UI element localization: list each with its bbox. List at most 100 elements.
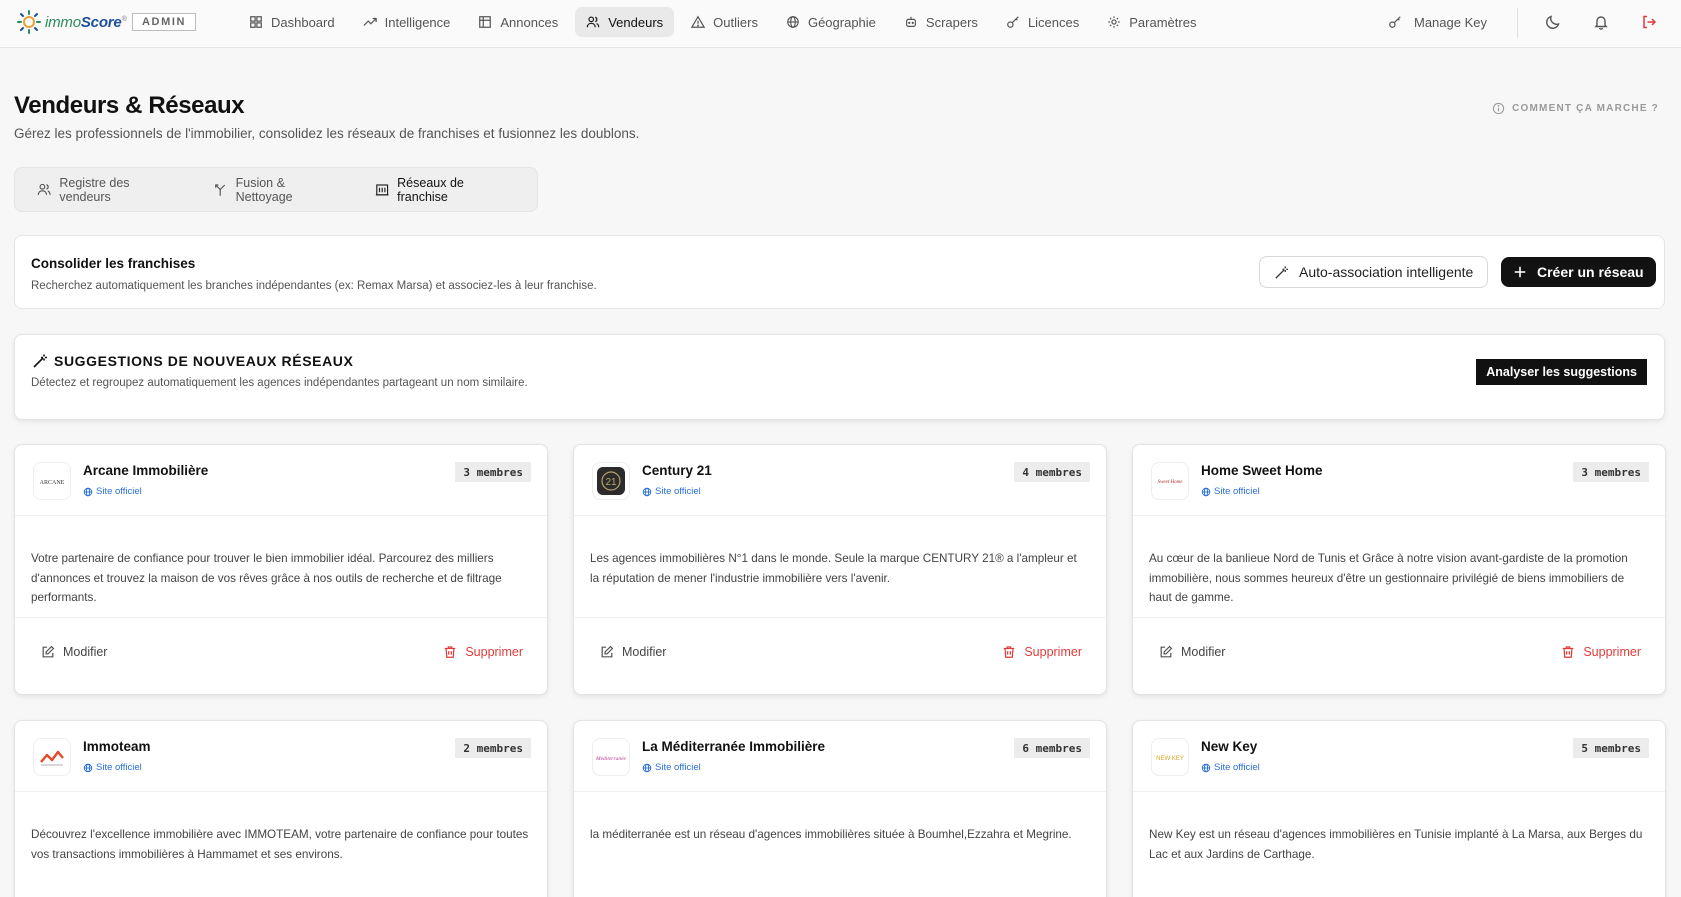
consolidate-panel: Consolider les franchises Recherchez aut…	[14, 235, 1665, 309]
help-link[interactable]: COMMENT ÇA MARCHE ?	[1492, 102, 1659, 115]
nav-dashboard[interactable]: Dashboard	[238, 7, 346, 37]
globe-icon	[642, 763, 652, 772]
members-badge: 4 membres	[1014, 462, 1090, 482]
globe-icon	[642, 487, 652, 496]
network-card: Immoteam Site officiel 2 membres Découvr…	[14, 720, 548, 897]
plus-icon	[1514, 266, 1526, 278]
vendor-tabs: Registre des vendeurs Fusion & Nettoyage…	[14, 167, 538, 212]
robot-icon	[905, 16, 916, 27]
network-description: Votre partenaire de confiance pour trouv…	[31, 552, 502, 604]
official-site-link[interactable]: Site officiel	[1201, 486, 1260, 497]
suggestions-panel: SUGGESTIONS DE NOUVEAUX RÉSEAUX Détectez…	[14, 334, 1665, 420]
members-badge: 6 membres	[1014, 738, 1090, 758]
svg-text:Méditerranée: Méditerranée	[595, 756, 626, 762]
nav-label: Scrapers	[925, 14, 978, 30]
nav-label: Géographie	[807, 14, 876, 30]
edit-button[interactable]: Modifier	[1159, 645, 1225, 659]
create-network-label: Créer un réseau	[1537, 264, 1644, 280]
card-divider	[574, 515, 1106, 516]
official-site-link[interactable]: Site officiel	[83, 486, 142, 497]
tab-label: Fusion & Nettoyage	[235, 175, 293, 204]
svg-text:21: 21	[605, 477, 617, 488]
delete-button[interactable]: Supprimer	[1561, 645, 1641, 659]
edit-button[interactable]: Modifier	[41, 645, 107, 659]
nav-label: Outliers	[713, 14, 758, 30]
site-label: Site officiel	[96, 486, 142, 497]
nav-outliers[interactable]: Outliers	[680, 7, 769, 37]
tab-fusion-nettoyage[interactable]: Fusion & Nettoyage	[197, 173, 357, 206]
logout-button[interactable]	[1639, 12, 1659, 32]
trash-icon	[1563, 646, 1574, 658]
manage-key-label: Manage Key	[1414, 14, 1487, 30]
manage-key-button[interactable]: Manage Key	[1388, 9, 1487, 35]
delete-button[interactable]: Supprimer	[1002, 645, 1082, 659]
network-card: Méditerranée La Méditerranée Immobilière…	[573, 720, 1107, 897]
svg-text:Sweet Home: Sweet Home	[1158, 480, 1184, 485]
nav-geographie[interactable]: Géographie	[775, 7, 887, 37]
suggestions-title: SUGGESTIONS DE NOUVEAUX RÉSEAUX	[32, 353, 353, 369]
delete-label: Supprimer	[1024, 645, 1082, 659]
key-icon	[1007, 16, 1019, 28]
tab-reseaux-franchise[interactable]: Réseaux de franchise	[359, 173, 529, 206]
suggestions-text: Détectez et regroupez automatiquement le…	[31, 377, 528, 389]
nav-label: Licences	[1027, 14, 1080, 30]
globe-icon	[1201, 487, 1211, 496]
table-icon	[479, 16, 492, 28]
network-description: New Key est un réseau d'agences immobili…	[1149, 828, 1643, 861]
theme-toggle-button[interactable]	[1543, 12, 1563, 32]
card-divider	[15, 791, 547, 792]
members-badge: 3 membres	[455, 462, 531, 482]
globe-icon	[1201, 763, 1211, 772]
app-logo[interactable]: immoScore®	[16, 9, 127, 35]
tab-registre-vendeurs[interactable]: Registre des vendeurs	[21, 173, 195, 206]
edit-icon	[601, 645, 614, 658]
network-name: Arcane Immobilière	[83, 463, 209, 478]
members-badge: 2 membres	[455, 738, 531, 758]
nav-parametres[interactable]: Paramètres	[1096, 7, 1207, 37]
suggestions-title-text: SUGGESTIONS DE NOUVEAUX RÉSEAUX	[54, 353, 354, 369]
auto-association-label: Auto-association intelligente	[1299, 264, 1474, 280]
topbar-divider	[1517, 8, 1518, 38]
create-network-button[interactable]: Créer un réseau	[1501, 257, 1656, 287]
nav-label: Paramètres	[1129, 14, 1197, 30]
official-site-link[interactable]: Site officiel	[1201, 762, 1260, 773]
network-logo: ARCANE	[33, 462, 71, 500]
nav-licences[interactable]: Licences	[995, 7, 1090, 37]
card-divider	[1133, 617, 1665, 618]
delete-button[interactable]: Supprimer	[443, 645, 523, 659]
auto-association-button[interactable]: Auto-association intelligente	[1259, 256, 1489, 288]
members-badge: 5 membres	[1573, 738, 1649, 758]
trash-icon	[445, 646, 456, 658]
page-title: Vendeurs & Réseaux	[14, 92, 245, 119]
edit-label: Modifier	[622, 645, 667, 659]
tab-label: Registre des vendeurs	[59, 175, 130, 204]
site-label: Site officiel	[96, 762, 142, 773]
card-divider	[15, 515, 547, 516]
edit-icon	[42, 645, 55, 658]
network-name: Immoteam	[83, 739, 151, 754]
dashboard-icon	[250, 16, 262, 28]
nav-vendeurs[interactable]: Vendeurs	[575, 7, 675, 37]
edit-button[interactable]: Modifier	[600, 645, 666, 659]
members-badge: 3 membres	[1573, 462, 1649, 482]
nav-annonces[interactable]: Annonces	[467, 7, 569, 37]
official-site-link[interactable]: Site officiel	[642, 486, 701, 497]
svg-text:ARCANE: ARCANE	[40, 480, 65, 486]
network-logo: 21	[592, 462, 630, 500]
edit-label: Modifier	[63, 645, 108, 659]
consolidate-text: Recherchez automatiquement les branches …	[31, 280, 597, 292]
official-site-link[interactable]: Site officiel	[642, 762, 701, 773]
official-site-link[interactable]: Site officiel	[83, 762, 142, 773]
card-divider	[1133, 791, 1665, 792]
delete-label: Supprimer	[1583, 645, 1641, 659]
nav-scrapers[interactable]: Scrapers	[893, 7, 989, 37]
network-description: Au cœur de la banlieue Nord de Tunis et …	[1149, 552, 1628, 604]
globe-icon	[83, 763, 93, 772]
nav-intelligence[interactable]: Intelligence	[352, 7, 462, 37]
network-logo	[33, 738, 71, 776]
notifications-button[interactable]	[1591, 12, 1611, 32]
info-icon	[1492, 102, 1505, 115]
gear-icon	[1108, 16, 1120, 28]
analyze-suggestions-button[interactable]: Analyser les suggestions	[1476, 359, 1647, 385]
building-icon	[375, 184, 389, 196]
